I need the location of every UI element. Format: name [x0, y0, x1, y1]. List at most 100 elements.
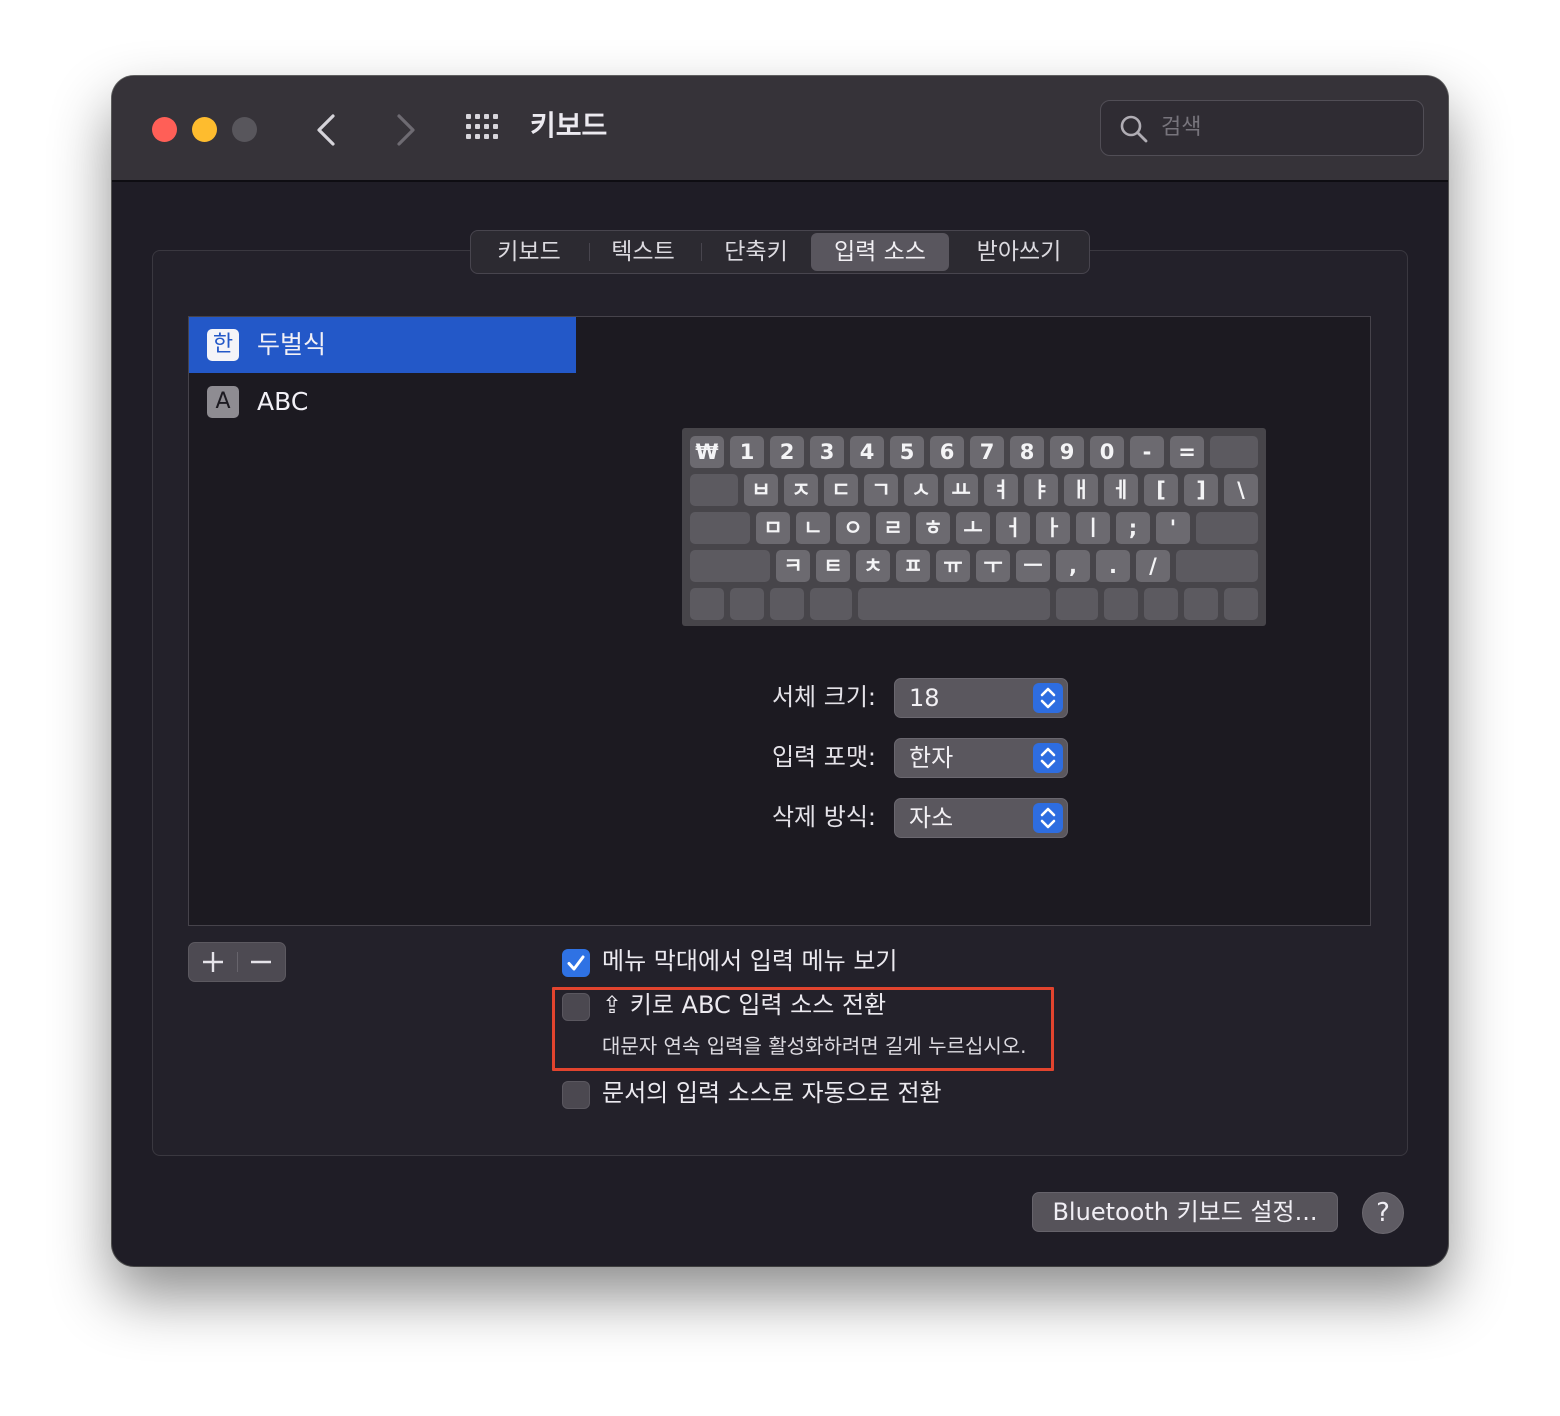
- keyboard-blank-key: [690, 588, 724, 620]
- annotation-highlight-box: [552, 987, 1054, 1071]
- auto-switch-label: 문서의 입력 소스로 자동으로 전환: [602, 1079, 942, 1107]
- search-field[interactable]: 검색: [1100, 100, 1424, 156]
- keyboard-key: ㅇ: [836, 512, 870, 544]
- keyboard-key: 0: [1090, 436, 1124, 468]
- font-size-select[interactable]: 18: [894, 678, 1068, 718]
- keyboard-key: ㅜ: [976, 550, 1010, 582]
- keyboard-blank-key: [1196, 512, 1258, 544]
- keyboard-key: ㄱ: [864, 474, 898, 506]
- preferences-window: 키보드 검색 키보드 텍스트 단축키 입력 소스 받아쓰기 한 두벌식 A AB…: [112, 76, 1448, 1266]
- list-item-abc[interactable]: A ABC: [189, 374, 577, 430]
- search-icon: [1120, 115, 1148, 143]
- keyboard-key: ㄴ: [796, 512, 830, 544]
- keyboard-key: ㅗ: [956, 512, 990, 544]
- keyboard-key: [: [1144, 474, 1178, 506]
- keyboard-key: ㄹ: [876, 512, 910, 544]
- keyboard-key: ㅣ: [1076, 512, 1110, 544]
- close-button[interactable]: [152, 117, 177, 142]
- keyboard-key: ₩: [690, 436, 724, 468]
- list-item-2set-korean[interactable]: 한 두벌식: [189, 317, 577, 373]
- keyboard-key: /: [1136, 550, 1170, 582]
- keyboard-key: 6: [930, 436, 964, 468]
- keyboard-blank-key: [810, 588, 852, 620]
- keyboard-key: 2: [770, 436, 804, 468]
- keyboard-blank-key: [730, 588, 764, 620]
- input-format-value: 한자: [909, 744, 954, 772]
- minimize-button[interactable]: [192, 117, 217, 142]
- keyboard-blank-key: [690, 512, 750, 544]
- keyboard-key: ㅊ: [856, 550, 890, 582]
- keyboard-key: ㅛ: [944, 474, 978, 506]
- tab-shortcuts[interactable]: 단축키: [703, 233, 809, 271]
- input-format-select[interactable]: 한자: [894, 738, 1068, 778]
- keyboard-key: ㅈ: [784, 474, 818, 506]
- keyboard-blank-key: [1184, 588, 1218, 620]
- keyboard-key: ㅐ: [1064, 474, 1098, 506]
- auto-switch-checkbox[interactable]: [562, 1081, 590, 1109]
- tab-text[interactable]: 텍스트: [591, 233, 695, 271]
- delete-method-select[interactable]: 자소: [894, 798, 1068, 838]
- keyboard-key: ]: [1184, 474, 1218, 506]
- minus-icon: [251, 960, 271, 964]
- keyboard-blank-key: [770, 588, 804, 620]
- keyboard-key: ㅕ: [984, 474, 1018, 506]
- tab-input-sources[interactable]: 입력 소스: [811, 233, 949, 271]
- title-bar: 키보드 검색: [112, 76, 1448, 182]
- forward-button[interactable]: [384, 110, 424, 150]
- help-button[interactable]: ?: [1362, 1192, 1404, 1234]
- keyboard-key: 7: [970, 436, 1004, 468]
- add-source-button[interactable]: [189, 943, 237, 981]
- keyboard-blank-key: [1104, 588, 1138, 620]
- keyboard-key: ㅠ: [936, 550, 970, 582]
- plus-icon: [203, 952, 223, 972]
- keyboard-key: ㅋ: [776, 550, 810, 582]
- zoom-button: [232, 117, 257, 142]
- keyboard-key: -: [1130, 436, 1164, 468]
- keyboard-key: ㅌ: [816, 550, 850, 582]
- keyboard-key: 9: [1050, 436, 1084, 468]
- keyboard-key: ,: [1056, 550, 1090, 582]
- tab-dictation[interactable]: 받아쓰기: [957, 233, 1081, 271]
- abc-source-icon: A: [207, 386, 239, 418]
- keyboard-key: 5: [890, 436, 924, 468]
- keyboard-key: ㅔ: [1104, 474, 1138, 506]
- keyboard-blank-key: [1056, 588, 1098, 620]
- bluetooth-keyboard-setup-button[interactable]: Bluetooth 키보드 설정...: [1032, 1192, 1338, 1232]
- search-placeholder: 검색: [1161, 115, 1202, 140]
- keyboard-key: ㄷ: [824, 474, 858, 506]
- keyboard-key: ': [1156, 512, 1190, 544]
- keyboard-key: ㅅ: [904, 474, 938, 506]
- tab-keyboard[interactable]: 키보드: [477, 233, 581, 271]
- keyboard-blank-key: [858, 588, 1050, 620]
- checkmark-icon: [567, 955, 585, 971]
- keyboard-key: ㅑ: [1024, 474, 1058, 506]
- keyboard-key: 4: [850, 436, 884, 468]
- list-item-label: ABC: [257, 387, 309, 416]
- tab-separator: [589, 243, 590, 261]
- font-size-label: 서체 크기:: [771, 683, 876, 711]
- list-item-label: 두벌식: [257, 330, 327, 359]
- delete-method-value: 자소: [909, 804, 954, 832]
- keyboard-blank-key: [1144, 588, 1178, 620]
- input-source-list: 한 두벌식 A ABC: [188, 316, 578, 926]
- show-all-grid-icon[interactable]: [466, 114, 502, 140]
- keyboard-layout-preview: ₩1 2 3 4 5 6 7 8 9 0- = ㅂㅈㄷㄱㅅㅛㅕㅑㅐㅔ[] \ ㅁㄴㅇㄹㅎㅗㅓㅏㅣ; ' ㅋㅌㅊ…: [682, 428, 1266, 626]
- back-button[interactable]: [308, 110, 348, 150]
- chevron-updown-icon: [1033, 683, 1063, 713]
- input-format-label: 입력 포맷:: [771, 743, 876, 771]
- tab-separator: [701, 243, 702, 261]
- remove-source-button[interactable]: [237, 943, 285, 981]
- font-size-value: 18: [909, 684, 940, 712]
- chevron-updown-icon: [1033, 743, 1063, 773]
- keyboard-key: 8: [1010, 436, 1044, 468]
- tab-bar: 키보드 텍스트 단축키 입력 소스 받아쓰기: [470, 230, 1090, 274]
- keyboard-blank-key: [1224, 588, 1258, 620]
- show-input-menu-label: 메뉴 막대에서 입력 메뉴 보기: [602, 947, 898, 975]
- window-title: 키보드: [530, 109, 608, 142]
- show-input-menu-checkbox[interactable]: [562, 949, 590, 977]
- keyboard-blank-key: [1210, 436, 1258, 468]
- keyboard-key: ;: [1116, 512, 1150, 544]
- keyboard-key: ㅁ: [756, 512, 790, 544]
- keyboard-key: =: [1170, 436, 1204, 468]
- keyboard-key: .: [1096, 550, 1130, 582]
